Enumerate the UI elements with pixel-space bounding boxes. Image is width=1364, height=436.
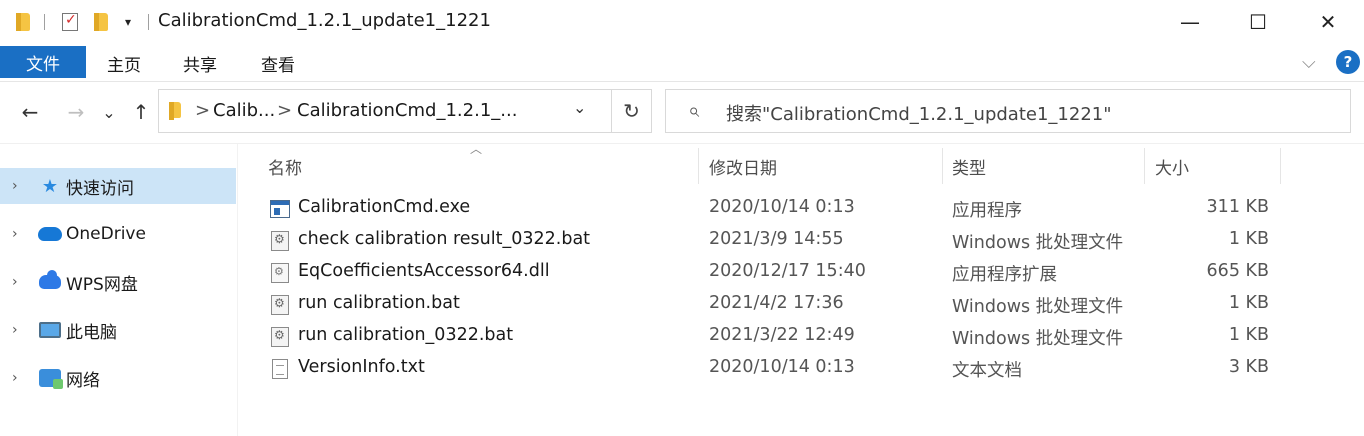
sidebar-item-this-pc[interactable]: › 此电脑 <box>0 312 236 348</box>
file-modified: 2021/3/9 14:55 <box>709 229 844 249</box>
address-bar[interactable]: > Calib... > CalibrationCmd_1.2.1_... ⌄ … <box>158 89 652 133</box>
new-folder-icon[interactable] <box>92 10 110 34</box>
column-divider[interactable] <box>942 148 943 184</box>
network-icon <box>38 368 63 389</box>
sidebar-item-network[interactable]: › 网络 <box>0 360 236 396</box>
file-row[interactable]: CalibrationCmd.exe 2020/10/14 0:13 应用程序 … <box>262 193 1282 225</box>
expand-chevron-icon[interactable]: › <box>12 178 18 194</box>
expand-chevron-icon[interactable]: › <box>12 274 18 290</box>
column-header-modified[interactable]: 修改日期 <box>709 148 941 184</box>
file-row[interactable]: run calibration_0322.bat 2021/3/22 12:49… <box>262 321 1282 353</box>
file-modified: 2020/12/17 15:40 <box>709 261 866 281</box>
title-bar: ▾ CalibrationCmd_1.2.1_update1_1221 — ☐ … <box>0 0 1364 44</box>
sidebar-item-quick-access[interactable]: › ★ 快速访问 <box>0 168 236 204</box>
file-type: Windows 批处理文件 <box>952 233 1124 253</box>
column-divider[interactable] <box>1280 148 1281 184</box>
column-divider[interactable] <box>1144 148 1145 184</box>
dll-icon <box>270 262 290 284</box>
star-icon: ★ <box>41 175 59 197</box>
toolbar-separator <box>146 10 150 34</box>
bat-icon <box>270 326 290 348</box>
recent-locations-button[interactable]: ⌄ <box>98 98 120 126</box>
computer-icon <box>38 320 62 340</box>
file-name: CalibrationCmd.exe <box>298 197 471 217</box>
file-type: 应用程序扩展 <box>952 265 1057 285</box>
sidebar-item-label: WPS网盘 <box>66 274 138 295</box>
folder-icon <box>14 10 32 34</box>
bat-icon <box>270 230 290 252</box>
column-header-type[interactable]: 类型 <box>952 148 1142 184</box>
maximize-button[interactable]: ☐ <box>1224 0 1292 44</box>
breadcrumb-item-current[interactable]: CalibrationCmd_1.2.1_... <box>297 100 517 121</box>
expand-ribbon-chevron-icon[interactable]: ⌵ <box>1302 52 1316 73</box>
sidebar-item-onedrive[interactable]: › OneDrive <box>0 216 236 252</box>
up-button[interactable]: ↑ <box>128 98 154 126</box>
column-header-size[interactable]: 大小 <box>1155 148 1279 184</box>
expand-chevron-icon[interactable]: › <box>12 226 18 242</box>
window-title: CalibrationCmd_1.2.1_update1_1221 <box>158 10 491 31</box>
tab-file[interactable]: 文件 <box>0 46 86 78</box>
file-modified: 2020/10/14 0:13 <box>709 357 855 377</box>
search-placeholder: 搜索"CalibrationCmd_1.2.1_update1_1221" <box>726 104 1112 125</box>
back-button[interactable]: ← <box>16 98 44 126</box>
sidebar-item-label: 此电脑 <box>66 322 117 343</box>
file-name: VersionInfo.txt <box>298 357 425 377</box>
toolbar-separator <box>42 10 46 34</box>
minimize-button[interactable]: — <box>1156 0 1224 44</box>
file-size: 3 KB <box>1228 357 1269 377</box>
file-size: 1 KB <box>1228 229 1269 249</box>
properties-icon[interactable] <box>60 10 80 34</box>
file-type: 文本文档 <box>952 361 1022 381</box>
search-box[interactable]: ⌕ 搜索"CalibrationCmd_1.2.1_update1_1221" <box>665 89 1351 133</box>
search-icon: ⌕ <box>688 98 700 122</box>
ribbon-tabs: 文件 主页 共享 查看 ⌵ ? <box>0 44 1364 82</box>
file-type: Windows 批处理文件 <box>952 297 1124 317</box>
file-size: 311 KB <box>1206 197 1269 217</box>
tab-share[interactable]: 共享 <box>172 48 228 78</box>
sidebar-item-label: OneDrive <box>66 224 146 244</box>
column-header-name[interactable]: 名称 <box>268 148 698 184</box>
help-icon[interactable]: ? <box>1336 50 1360 74</box>
sidebar-item-label: 快速访问 <box>66 178 134 199</box>
exe-icon <box>270 198 290 220</box>
folder-icon <box>169 102 181 120</box>
onedrive-cloud-icon <box>38 224 62 244</box>
file-size: 1 KB <box>1228 325 1269 345</box>
breadcrumb-separator: > <box>195 100 211 121</box>
expand-chevron-icon[interactable]: › <box>12 322 18 338</box>
file-size: 665 KB <box>1206 261 1269 281</box>
file-row[interactable]: run calibration.bat 2021/4/2 17:36 Windo… <box>262 289 1282 321</box>
tab-view[interactable]: 查看 <box>250 48 306 78</box>
file-row[interactable]: EqCoefficientsAccessor64.dll 2020/12/17 … <box>262 257 1282 289</box>
wps-cloud-icon <box>38 270 62 292</box>
sidebar-item-wps-cloud[interactable]: › WPS网盘 <box>0 264 236 300</box>
sidebar-item-label: 网络 <box>66 370 100 391</box>
address-dropdown-chevron-icon[interactable]: ⌄ <box>573 98 586 117</box>
expand-chevron-icon[interactable]: › <box>12 370 18 386</box>
close-button[interactable]: ✕ <box>1294 0 1362 44</box>
customize-toolbar-dropdown-icon[interactable]: ▾ <box>118 10 138 34</box>
file-modified: 2021/4/2 17:36 <box>709 293 844 313</box>
file-modified: 2020/10/14 0:13 <box>709 197 855 217</box>
bat-icon <box>270 294 290 316</box>
file-name: EqCoefficientsAccessor64.dll <box>298 261 550 281</box>
file-type: 应用程序 <box>952 201 1022 221</box>
file-modified: 2021/3/22 12:49 <box>709 325 855 345</box>
file-row[interactable]: check calibration result_0322.bat 2021/3… <box>262 225 1282 257</box>
file-type: Windows 批处理文件 <box>952 329 1124 349</box>
forward-button[interactable]: → <box>62 98 90 126</box>
txt-icon <box>270 358 290 380</box>
file-name: run calibration.bat <box>298 293 460 313</box>
file-name: run calibration_0322.bat <box>298 325 514 345</box>
navigation-bar: ← → ⌄ ↑ > Calib... > CalibrationCmd_1.2.… <box>0 82 1364 144</box>
file-name: check calibration result_0322.bat <box>298 229 591 249</box>
breadcrumb-separator: > <box>277 100 293 121</box>
file-row[interactable]: VersionInfo.txt 2020/10/14 0:13 文本文档 3 K… <box>262 353 1282 385</box>
tab-home[interactable]: 主页 <box>96 48 152 78</box>
refresh-button[interactable]: ↻ <box>611 90 651 132</box>
column-divider[interactable] <box>698 148 699 184</box>
file-size: 1 KB <box>1228 293 1269 313</box>
breadcrumb-item-parent[interactable]: Calib... <box>213 100 275 121</box>
navigation-pane: › ★ 快速访问 › OneDrive › WPS网盘 › 此电脑 › 网络 <box>0 144 238 436</box>
